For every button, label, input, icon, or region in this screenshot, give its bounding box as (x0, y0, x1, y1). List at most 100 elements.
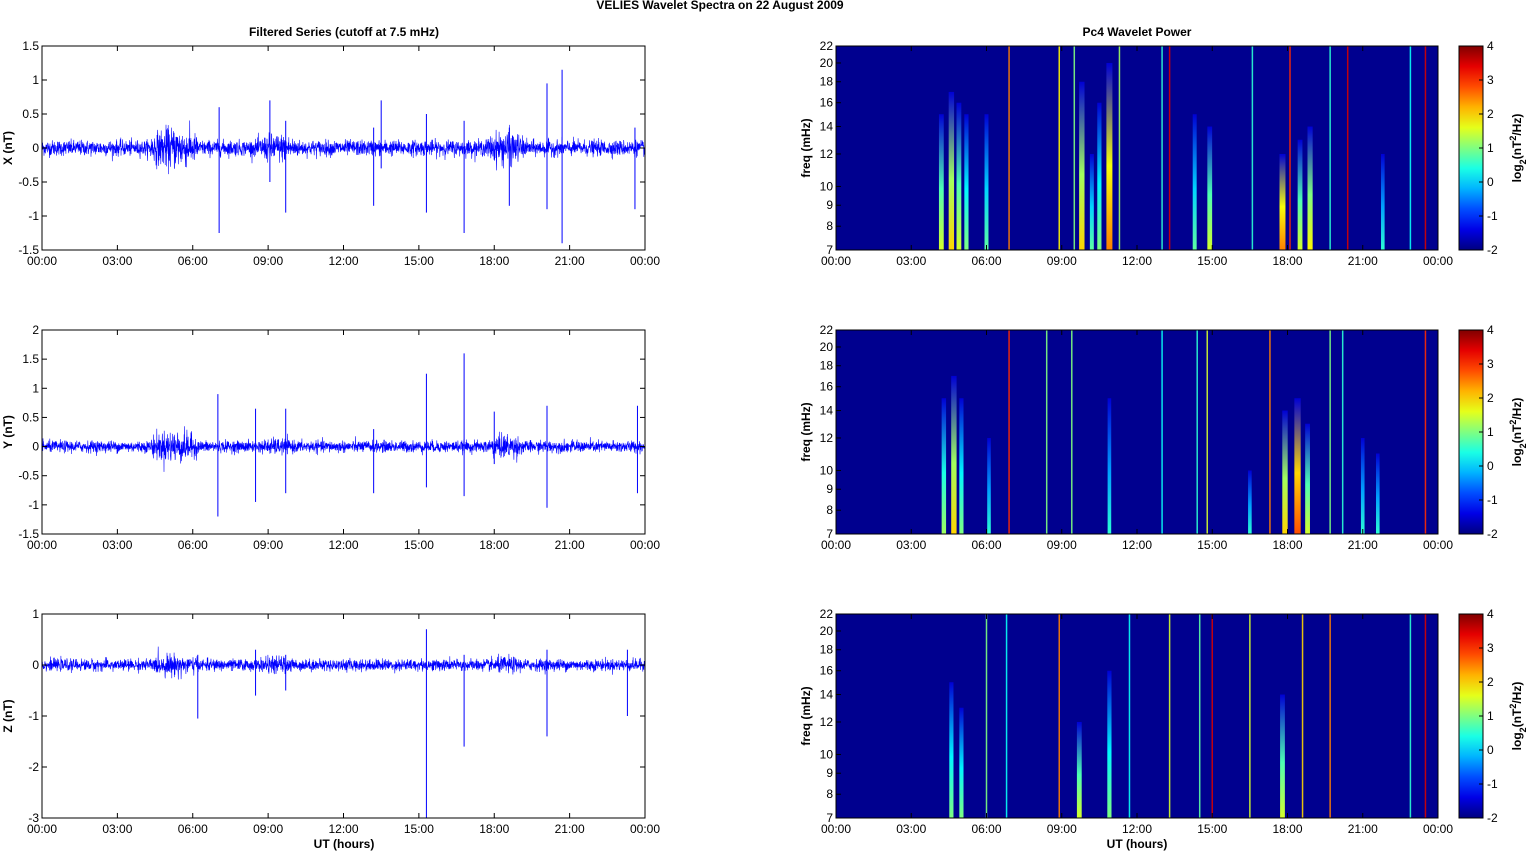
x-tick-label: 15:00 (1197, 822, 1227, 836)
y-tick-label: 0 (32, 141, 39, 155)
x-tick-label: 18:00 (479, 254, 509, 268)
y-tick-label: 10 (820, 747, 834, 761)
y-tick-label: 2 (32, 323, 39, 337)
x-tick-label: 12:00 (328, 538, 358, 552)
x-tick-label: 09:00 (253, 538, 283, 552)
y-tick-label: 16 (820, 664, 834, 678)
y-axis-label: Z (nT) (1, 699, 15, 732)
power-streak (1107, 670, 1112, 818)
power-streak (1376, 453, 1380, 534)
y-tick-label: 1 (32, 607, 39, 621)
left-column-title: Filtered Series (cutoff at 7.5 mHz) (249, 25, 439, 39)
power-streak (1079, 81, 1085, 250)
colorbar-Y: -2 -1 0 1 2 3 4 log2(nT2/Hz) (1458, 323, 1526, 541)
x-tick-label: 15:00 (404, 822, 434, 836)
x-tick-label: 15:00 (404, 538, 434, 552)
colorbar-tick-label: 2 (1487, 391, 1494, 405)
power-streak (1360, 437, 1365, 534)
colorbar-tick-label: -1 (1487, 209, 1498, 223)
power-streak (1005, 614, 1008, 818)
power-streak (1424, 46, 1427, 250)
colorbar-tick-label: 3 (1487, 357, 1494, 371)
y-tick-label: 9 (826, 482, 833, 496)
right-column-title: Pc4 Wavelet Power (1083, 25, 1192, 39)
x-tick-label: 03:00 (896, 822, 926, 836)
colorbar-tick-label: 2 (1487, 107, 1494, 121)
colorbar-tick-label: 4 (1487, 39, 1494, 53)
colorbar-tick-label: 4 (1487, 607, 1494, 621)
power-streak (1279, 153, 1286, 250)
x-tick-label: 15:00 (1197, 254, 1227, 268)
colorbar-tick-label: 3 (1487, 641, 1494, 655)
power-streak (1211, 614, 1213, 818)
x-tick-label: 15:00 (1197, 538, 1227, 552)
x-tick-label: 09:00 (1047, 538, 1077, 552)
y-tick-label: 14 (820, 404, 834, 418)
colorbar-label: log2(nT2/Hz) (1508, 114, 1526, 183)
y-tick-label: 16 (820, 96, 834, 110)
x-tick-label: 18:00 (1272, 822, 1302, 836)
spectrogram-background (836, 614, 1438, 818)
power-streak (1307, 126, 1313, 250)
power-streak (1297, 139, 1303, 250)
power-streak (959, 707, 964, 818)
power-streak (1294, 398, 1301, 534)
power-streak (1251, 46, 1254, 250)
power-streak (1305, 423, 1310, 534)
y-tick-label: 1 (32, 73, 39, 87)
y-axis-label: Y (nT) (1, 415, 15, 449)
left-xlabel: UT (hours) (314, 837, 375, 851)
x-tick-label: 21:00 (1348, 254, 1378, 268)
x-tick-label: 00:00 (821, 822, 851, 836)
y-tick-label: 12 (820, 715, 834, 729)
x-tick-label: 00:00 (1423, 822, 1453, 836)
power-streak (1128, 614, 1131, 818)
y-tick-label: 20 (820, 340, 834, 354)
colorbar-tick-label: -2 (1487, 243, 1498, 257)
colorbar-label: log2(nT2/Hz) (1508, 398, 1526, 467)
power-streak (1301, 614, 1304, 818)
y-tick-label: 20 (820, 624, 834, 638)
x-tick-label: 00:00 (27, 254, 57, 268)
spectrogram-panel-X: 78910121416182022freq (mHz) (799, 39, 1439, 257)
colorbar-Z: -2 -1 0 1 2 3 4 log2(nT2/Hz) (1458, 607, 1526, 825)
y-tick-label: -0.5 (18, 175, 39, 189)
colorbar-tick-label: 3 (1487, 73, 1494, 87)
power-streak (1206, 330, 1208, 534)
y-tick-label: 18 (820, 75, 834, 89)
power-streak (1207, 126, 1213, 250)
colorbar-label-part: log (1510, 448, 1524, 466)
x-tick-label: 21:00 (1348, 822, 1378, 836)
power-streak (1424, 614, 1427, 818)
y-tick-label: 0 (32, 658, 39, 672)
x-tick-label: 06:00 (178, 538, 208, 552)
power-streak (964, 114, 969, 250)
colorbar-label-part: /Hz) (1510, 682, 1524, 704)
series-panel-Y: -1.5-1-0.500.511.52Y (nT) (1, 323, 646, 541)
power-streak (1248, 470, 1252, 534)
power-streak (1107, 398, 1112, 534)
power-streak (1161, 330, 1163, 534)
power-streak (987, 437, 991, 534)
plot-area (42, 330, 645, 534)
power-streak (1008, 46, 1010, 250)
power-streak (1089, 153, 1094, 250)
y-tick-label: 8 (826, 219, 833, 233)
colorbar-label-part: /Hz) (1510, 114, 1524, 136)
power-streak (1249, 614, 1251, 818)
colorbar-label-part: log (1510, 732, 1524, 750)
figure: VELIES Wavelet Spectra on 22 August 2009… (1, 0, 1526, 851)
plot-area (42, 614, 645, 818)
y-tick-label: 22 (820, 39, 834, 53)
power-streak (1196, 330, 1198, 534)
y-tick-label: -1 (28, 209, 39, 223)
y-tick-label: 18 (820, 643, 834, 657)
x-tick-label: 12:00 (1122, 254, 1152, 268)
power-streak (1073, 46, 1076, 250)
x-tick-label: 09:00 (253, 822, 283, 836)
power-streak (1269, 330, 1271, 534)
y-tick-label: -1 (28, 498, 39, 512)
power-streak (1346, 46, 1349, 250)
x-tick-label: 09:00 (253, 254, 283, 268)
power-streak (985, 614, 988, 818)
